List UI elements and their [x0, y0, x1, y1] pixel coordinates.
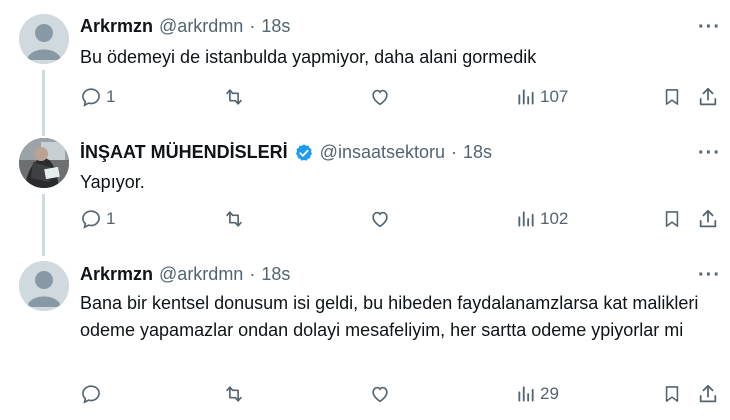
tweet-text: Yapıyor. [80, 172, 145, 192]
tweet-text: Bana bir kentsel donusum isi geldi, bu h… [80, 293, 699, 340]
tweet-text: Bu ödemeyi de istanbulda yapmiyor, daha … [80, 47, 537, 67]
share-icon [699, 87, 717, 106]
default-avatar-icon [19, 14, 69, 64]
retweet-icon [226, 386, 242, 402]
analytics-icon [518, 211, 534, 227]
bookmark-button[interactable] [662, 383, 682, 405]
thread-line [42, 70, 45, 136]
reply-count: 1 [106, 87, 116, 106]
thread-line [42, 194, 45, 256]
reply-button[interactable]: 1 [80, 208, 115, 230]
display-name[interactable]: İNŞAAT MÜHENDİSLERİ [80, 142, 288, 163]
default-avatar-icon [19, 261, 69, 311]
more-options-button[interactable]: ··· [698, 17, 721, 37]
views-button[interactable]: 29 [516, 383, 559, 405]
reply-button[interactable]: 1 [80, 86, 115, 108]
like-button[interactable] [369, 208, 395, 230]
tweet-header: Arkrmzn @arkrdmn · 18s [80, 16, 290, 37]
user-handle[interactable]: @arkrdmn [159, 264, 243, 285]
view-count: 102 [540, 209, 569, 228]
user-handle[interactable]: @arkrdmn [159, 16, 243, 37]
display-name[interactable]: Arkrmzn [80, 264, 153, 285]
reply-icon [82, 385, 100, 404]
bookmark-icon [665, 386, 679, 402]
tweet-1[interactable]: Arkrmzn @arkrdmn · 18s ··· Bu ödemeyi de… [0, 0, 730, 136]
more-options-button[interactable]: ··· [698, 143, 721, 163]
separator: · [451, 142, 458, 162]
tweet-2[interactable]: İNŞAAT MÜHENDİSLERİ @insaatsektoru · 18s… [0, 130, 730, 256]
timestamp[interactable]: 18s [261, 16, 290, 37]
heart-icon [372, 211, 388, 228]
user-handle[interactable]: @insaatsektoru [320, 142, 445, 163]
avatar[interactable] [19, 14, 69, 64]
bookmark-icon [665, 89, 679, 105]
profile-photo [19, 138, 69, 188]
tweet-header: Arkrmzn @arkrdmn · 18s [80, 264, 290, 285]
share-button[interactable] [697, 86, 719, 108]
share-button[interactable] [697, 208, 719, 230]
tweet-3[interactable]: Arkrmzn @arkrdmn · 18s ··· Bana bir kent… [0, 256, 730, 420]
retweet-icon [226, 89, 242, 105]
heart-icon [372, 89, 388, 106]
views-button[interactable]: 107 [516, 86, 568, 108]
timestamp[interactable]: 18s [463, 142, 492, 163]
view-count: 29 [540, 384, 559, 403]
bookmark-icon [665, 211, 679, 227]
bookmark-button[interactable] [662, 208, 682, 230]
like-button[interactable] [369, 383, 395, 405]
reply-button[interactable] [80, 383, 106, 405]
retweet-button[interactable] [222, 86, 250, 108]
tweet-header: İNŞAAT MÜHENDİSLERİ @insaatsektoru · 18s [80, 142, 492, 163]
reply-icon [82, 210, 100, 229]
share-button[interactable] [697, 383, 719, 405]
separator: · [249, 16, 256, 36]
retweet-button[interactable] [222, 383, 250, 405]
heart-icon [372, 386, 388, 403]
retweet-icon [226, 211, 242, 227]
reply-count: 1 [106, 209, 116, 228]
views-button[interactable]: 102 [516, 208, 568, 230]
analytics-icon [518, 89, 534, 105]
retweet-button[interactable] [222, 208, 250, 230]
verified-badge-icon [295, 143, 312, 161]
like-button[interactable] [369, 86, 395, 108]
share-icon [699, 209, 717, 228]
bookmark-button[interactable] [662, 86, 682, 108]
more-options-button[interactable]: ··· [698, 265, 721, 285]
separator: · [249, 264, 256, 284]
analytics-icon [518, 386, 534, 402]
avatar[interactable] [19, 138, 69, 188]
reply-icon [82, 88, 100, 107]
view-count: 107 [540, 87, 569, 106]
avatar[interactable] [19, 261, 69, 311]
display-name[interactable]: Arkrmzn [80, 16, 153, 37]
share-icon [699, 384, 717, 403]
timestamp[interactable]: 18s [261, 264, 290, 285]
